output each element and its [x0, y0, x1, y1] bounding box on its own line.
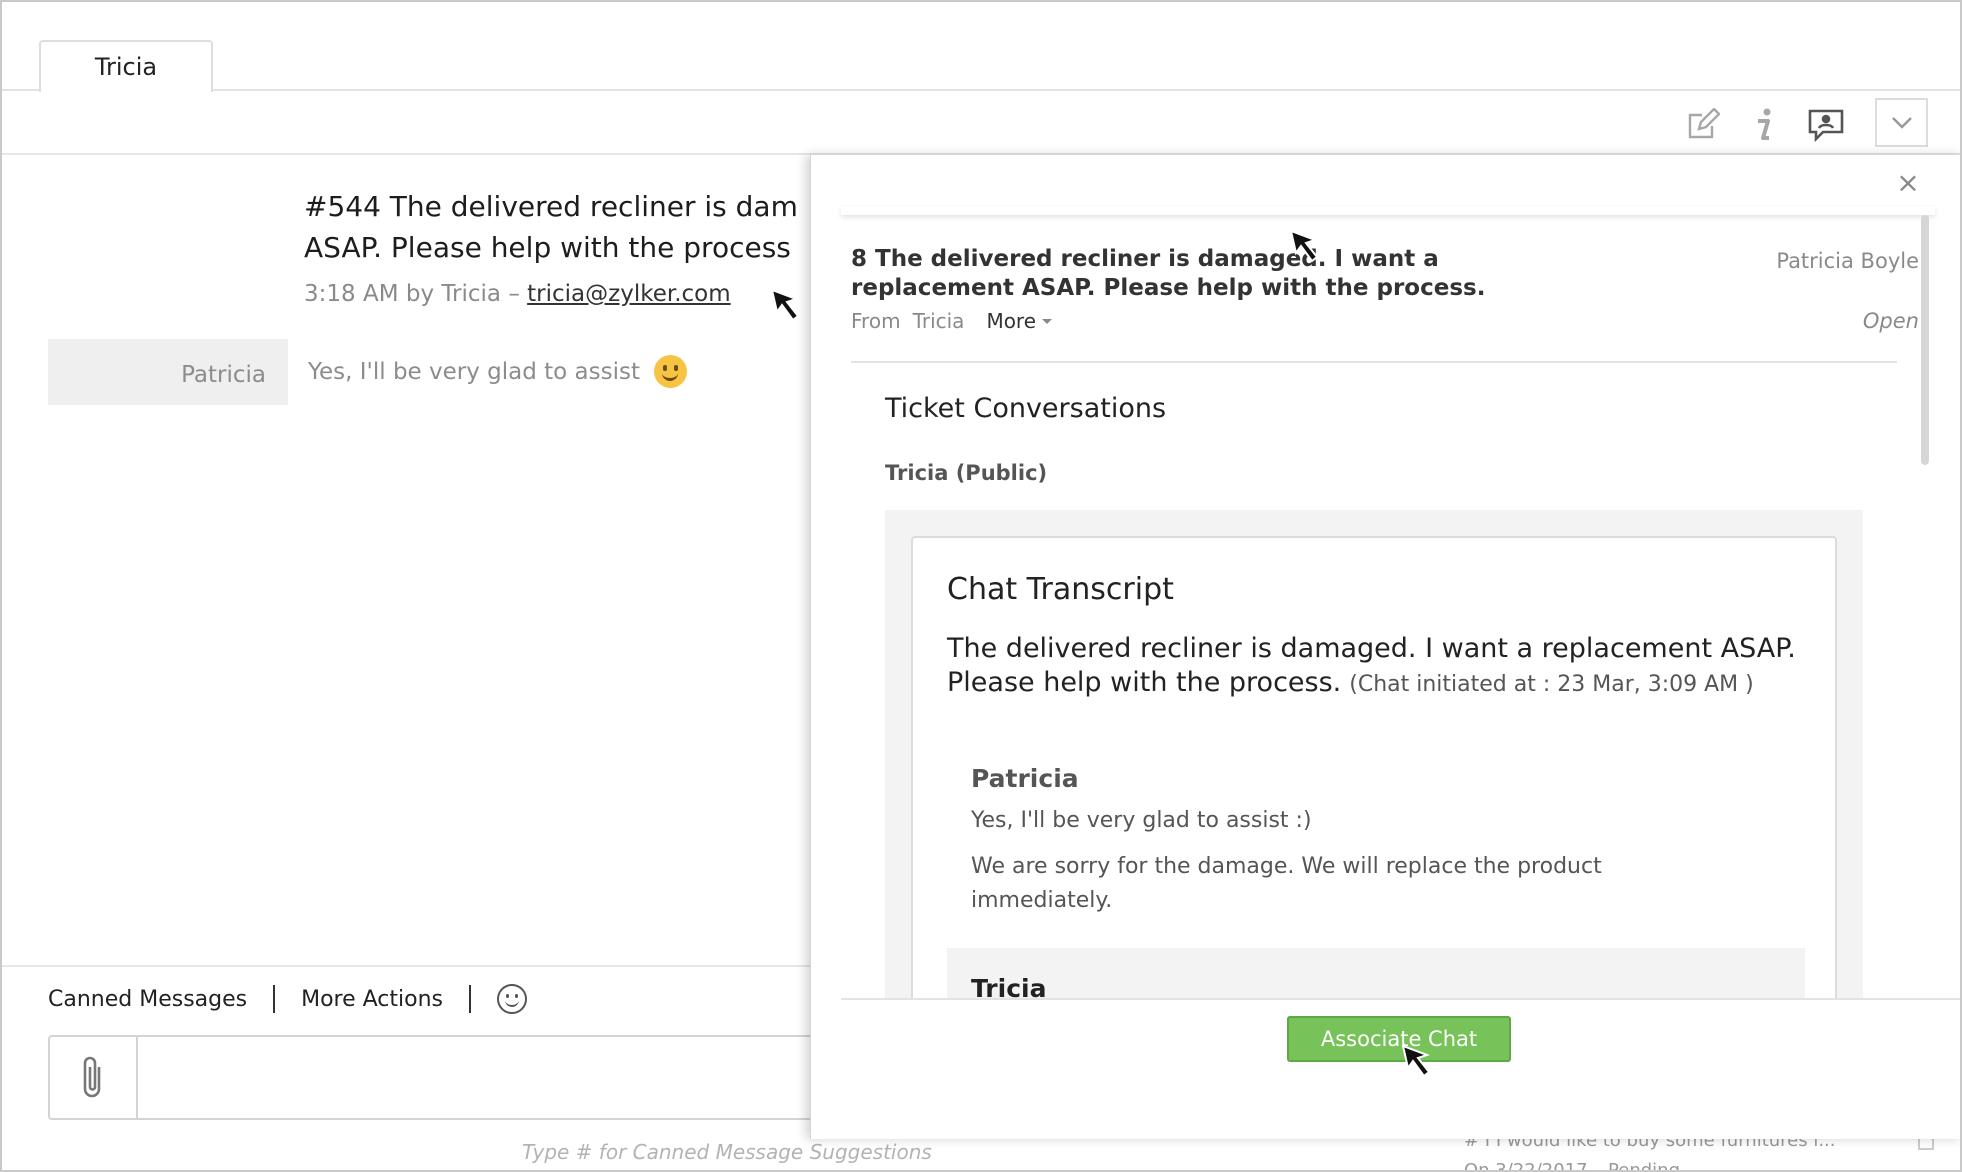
smiley-emoji-icon — [654, 355, 687, 388]
canned-messages-button[interactable]: Canned Messages — [48, 987, 247, 1012]
ticket-agent: Patricia Boyle — [1776, 249, 1919, 273]
chat-transcript: Chat Transcript The delivered recliner i… — [911, 536, 1837, 998]
conversations-heading: Ticket Conversations — [885, 393, 1167, 424]
conversation-author: Tricia (Public) — [885, 461, 1048, 485]
pointer-cursor-icon — [770, 288, 800, 322]
visitor-email-link[interactable]: tricia@zylker.com — [527, 281, 731, 307]
chat-toolbar — [2, 91, 1960, 155]
associate-chat-button[interactable]: Associate Chat — [1287, 1016, 1511, 1062]
pointer-cursor-icon — [1401, 1044, 1431, 1078]
transcript-next-block: Tricia — [947, 948, 1805, 998]
attach-button[interactable] — [50, 1037, 138, 1118]
ticket-status: Open — [1862, 309, 1919, 333]
panel-top-shadow — [841, 207, 1935, 215]
message-input[interactable] — [48, 1035, 838, 1120]
pointer-cursor-icon — [1289, 229, 1319, 263]
message-body: Yes, I'll be very glad to assist — [308, 358, 640, 385]
ticket-title-line1: #544 The delivered recliner is dam — [304, 190, 798, 223]
emoji-picker-icon[interactable] — [497, 984, 528, 1014]
from-name: Tricia — [912, 309, 965, 333]
ticket-title-line2: ASAP. Please help with the process — [304, 231, 791, 264]
info-icon[interactable] — [1742, 103, 1786, 147]
background-ticket-meta: On 3/22/2017 – Pending — [1464, 1160, 1680, 1172]
transcript-initiated: (Chat initiated at : 23 Mar, 3:09 AM ) — [1349, 672, 1754, 697]
separator — [273, 985, 276, 1013]
close-icon[interactable]: × — [1893, 166, 1923, 199]
tab-label: Tricia — [94, 53, 158, 81]
app-window: Tricia #544 The delivered recliner is da… — [0, 0, 1962, 1172]
tab-strip: Tricia — [2, 2, 1960, 92]
message-sender: Patricia — [48, 339, 288, 405]
composer-divider — [2, 965, 814, 967]
ticket-divider — [851, 361, 1897, 363]
tab-tricia[interactable]: Tricia — [39, 40, 213, 92]
chat-message-row: Patricia Yes, I'll be very glad to assis… — [48, 339, 808, 405]
caret-down-icon — [1042, 318, 1053, 324]
ticket-from: From Tricia More — [851, 309, 1053, 333]
message-text: Yes, I'll be very glad to assist — [308, 355, 687, 388]
chat-ticket-icon[interactable] — [1804, 103, 1848, 147]
composer-actions: Canned Messages More Actions — [48, 984, 528, 1014]
from-label: From — [851, 309, 901, 333]
associate-ticket-panel: × 8 The delivered recliner is damaged. I… — [810, 155, 1960, 1139]
more-actions-button[interactable]: More Actions — [301, 987, 443, 1012]
ticket-header[interactable]: #544 The delivered recliner is dam ASAP.… — [304, 186, 814, 268]
transcript-message: Yes, I'll be very glad to assist :) — [971, 808, 1312, 833]
associate-chat-label: Associate Chat — [1320, 1027, 1478, 1051]
ticket-meta: 3:18 AM by Tricia – tricia@zylker.com — [304, 281, 731, 307]
transcript-sender: Patricia — [971, 764, 1079, 793]
separator — [469, 985, 472, 1013]
ticket-meta-time: 3:18 AM by Tricia – — [304, 281, 528, 307]
chevron-down-icon[interactable] — [1875, 98, 1928, 147]
conversation-container: Chat Transcript The delivered recliner i… — [885, 510, 1863, 998]
composer-hint: Type # for Canned Message Suggestions — [522, 1140, 932, 1164]
panel-footer: Associate Chat — [841, 998, 1960, 1139]
transcript-title: Chat Transcript — [947, 572, 1174, 607]
panel-scroll-area[interactable]: 8 The delivered recliner is damaged. I w… — [841, 215, 1951, 998]
more-dropdown[interactable]: More — [986, 309, 1036, 333]
ticket-subject: 8 The delivered recliner is damaged. I w… — [851, 246, 1486, 301]
transcript-next-sender: Tricia — [971, 974, 1047, 998]
panel-scrollbar[interactable] — [1921, 215, 1929, 465]
transcript-message: We are sorry for the damage. We will rep… — [971, 854, 1602, 913]
paperclip-icon — [83, 1056, 101, 1097]
transcript-question: The delivered recliner is damaged. I wan… — [947, 632, 1827, 702]
edit-icon[interactable] — [1681, 103, 1725, 147]
